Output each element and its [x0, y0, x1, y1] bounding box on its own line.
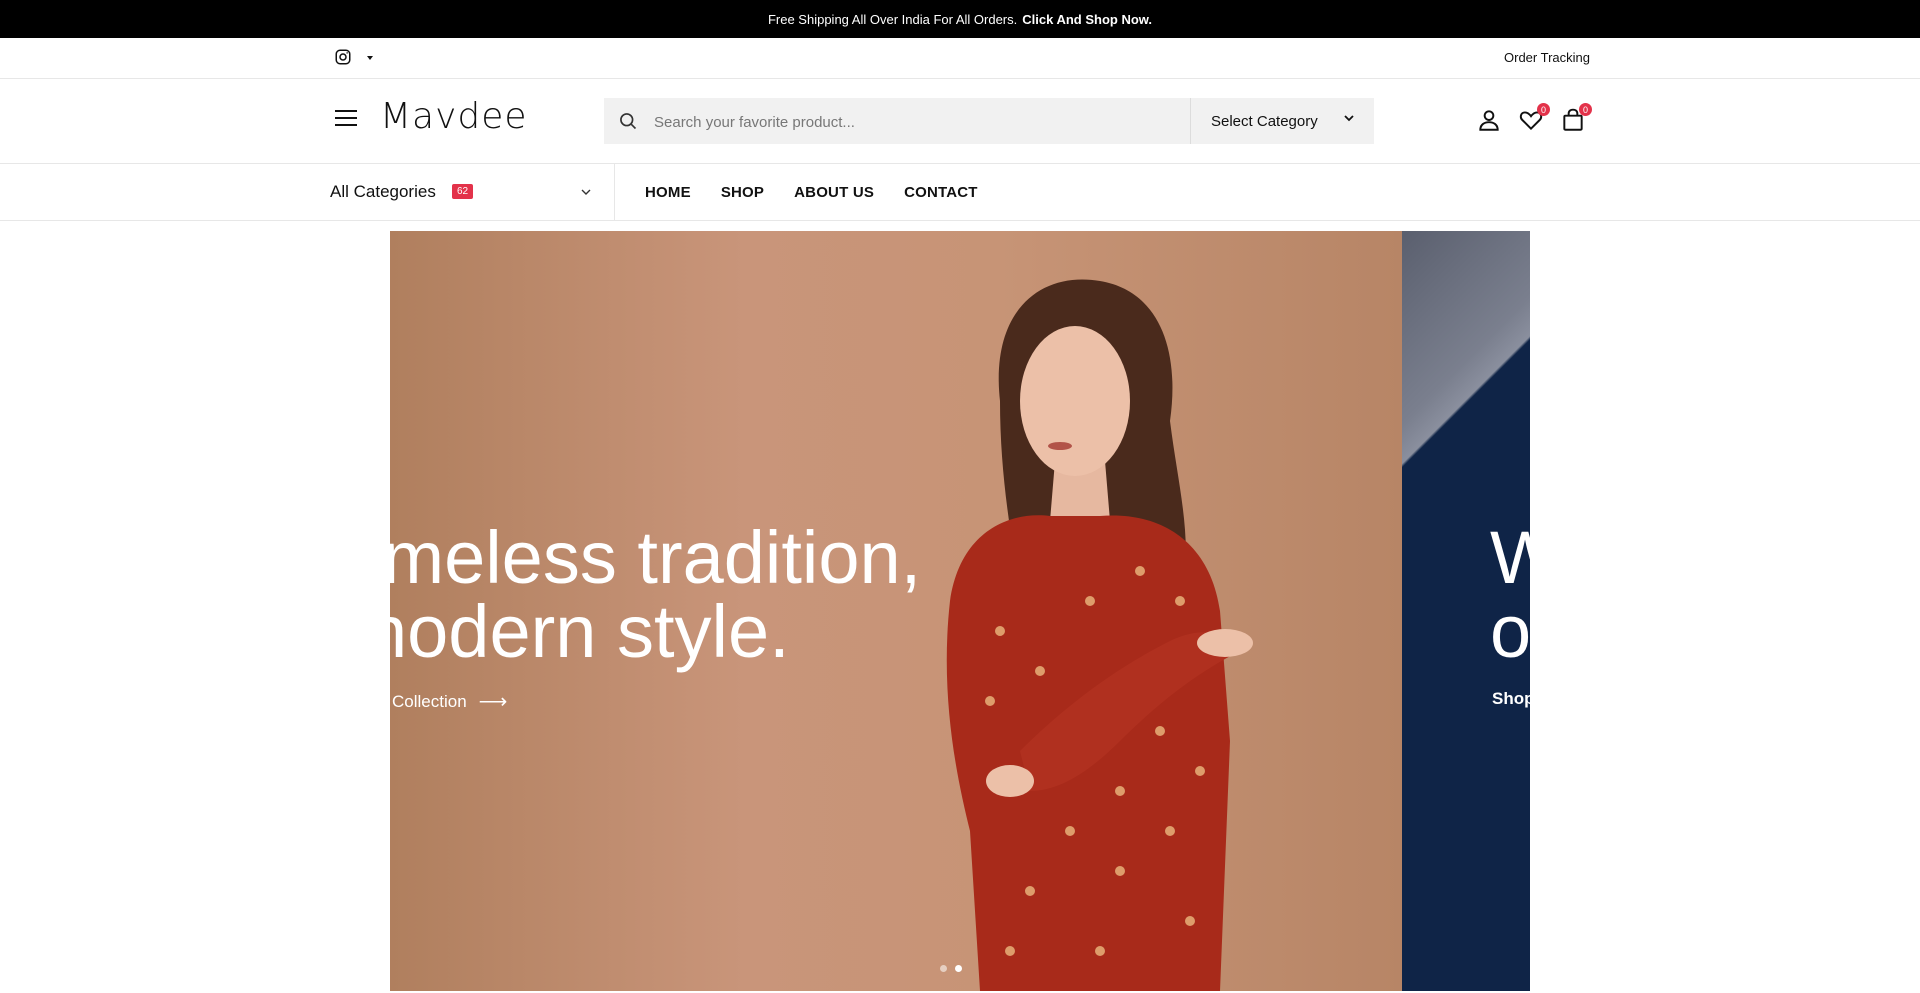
hamburger-menu-icon[interactable]: [335, 110, 357, 126]
social-dropdown-caret-icon[interactable]: [367, 56, 373, 60]
instagram-icon[interactable]: [334, 48, 352, 66]
arrow-right-icon: ⟶: [478, 691, 508, 713]
announcement-bar: Free Shipping All Over India For All Ord…: [0, 0, 1920, 38]
search-icon[interactable]: [618, 111, 638, 131]
chevron-down-icon: [1344, 115, 1354, 122]
hero-slide-2-line-1: W: [1490, 516, 1530, 599]
fabric-texture: [1402, 231, 1530, 491]
cart-count-badge: 0: [1579, 103, 1592, 116]
hero-slide-2-headline: W o: [1490, 521, 1530, 669]
slider-pagination: [940, 965, 970, 972]
wishlist-count-badge: 0: [1537, 103, 1550, 116]
nav-item-contact[interactable]: CONTACT: [904, 184, 978, 201]
nav-item-shop[interactable]: SHOP: [721, 184, 764, 201]
shop-collection-link[interactable]: Collection ⟶: [392, 689, 507, 714]
slider-dot-2[interactable]: [955, 965, 962, 972]
hero-slider[interactable]: imeless tradition, nodern style. Collect…: [390, 231, 1530, 991]
hero-headline-line-1: imeless tradition,: [390, 516, 922, 599]
user-icon[interactable]: [1476, 107, 1502, 133]
category-select-label: Select Category: [1211, 112, 1318, 130]
main-navigation: All Categories 62 HOME SHOP ABOUT US CON…: [0, 164, 1920, 221]
search-bar: Select Category: [604, 98, 1375, 146]
category-count-badge: 62: [452, 184, 474, 199]
hero-headline: imeless tradition, nodern style.: [390, 521, 921, 669]
announcement-text: Free Shipping All Over India For All Ord…: [767, 11, 1018, 27]
model-photo: [946, 279, 1253, 991]
wishlist-button[interactable]: 0: [1518, 103, 1550, 133]
category-select[interactable]: Select Category: [1190, 98, 1375, 144]
search-input[interactable]: [652, 98, 1196, 146]
chevron-down-icon: [581, 189, 591, 195]
hero-slide-2-line-2: o: [1490, 590, 1530, 673]
site-logo[interactable]: Mavdee: [380, 96, 528, 137]
slider-dot-1[interactable]: [940, 965, 947, 972]
order-tracking-link[interactable]: Order Tracking: [1504, 50, 1590, 65]
cta-label: Collection: [392, 691, 467, 711]
utility-bar: Order Tracking: [0, 38, 1920, 79]
nav-item-about-us[interactable]: ABOUT US: [794, 184, 874, 201]
announcement-link[interactable]: Click And Shop Now.: [1022, 12, 1152, 27]
all-categories-dropdown[interactable]: All Categories 62: [330, 164, 615, 220]
hero-headline-line-2: nodern style.: [390, 590, 790, 673]
hero-slide-2-cta[interactable]: Shop: [1492, 689, 1530, 709]
cart-button[interactable]: 0: [1560, 103, 1592, 133]
nav-menu: HOME SHOP ABOUT US CONTACT: [645, 164, 1008, 220]
main-header: Mavdee Select Category 0: [0, 79, 1920, 164]
nav-item-home[interactable]: HOME: [645, 184, 691, 201]
all-categories-label: All Categories: [330, 182, 436, 201]
